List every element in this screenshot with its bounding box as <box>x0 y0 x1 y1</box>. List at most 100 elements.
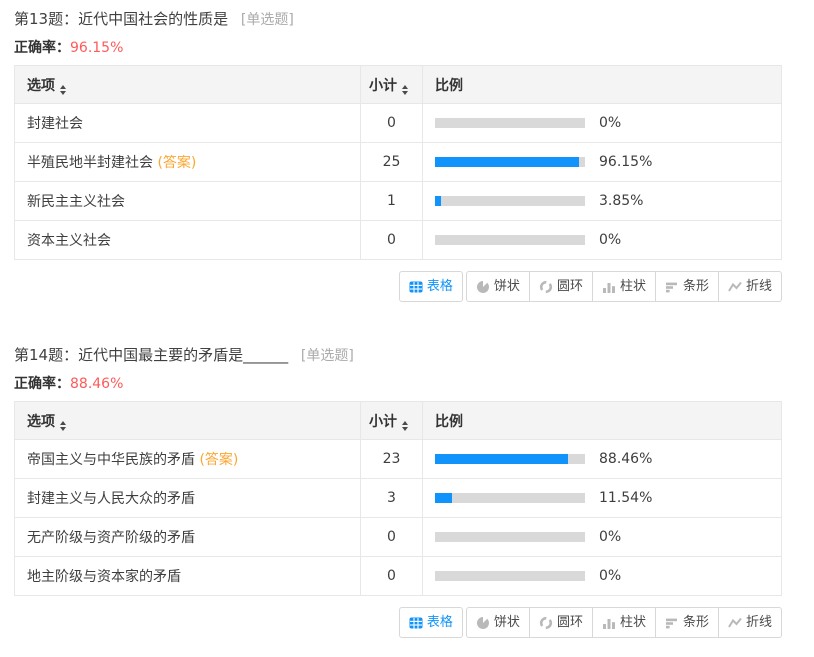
chart-type-table-button[interactable]: 表格 <box>399 271 463 302</box>
table-row: 封建主义与人民大众的矛盾 3 11.54% <box>15 479 782 518</box>
ratio-bar-fill <box>435 454 568 464</box>
chart-type-bar-button[interactable]: 条形 <box>656 607 719 638</box>
header-ratio: 比例 <box>423 66 782 104</box>
ratio-percent: 0% <box>599 115 621 131</box>
accuracy-line: 正确率：96.15% <box>14 39 798 57</box>
chart-type-donut-button[interactable]: 圆环 <box>530 271 593 302</box>
table-row: 新民主主义社会 1 3.85% <box>15 182 782 221</box>
column-chart-icon <box>602 280 616 294</box>
chart-type-label: 圆环 <box>557 280 583 293</box>
ratio-bar-fill <box>435 157 579 167</box>
option-cell: 地主阶级与资本家的矛盾 <box>15 557 361 596</box>
chart-type-label: 表格 <box>427 616 453 629</box>
ratio-bar-track <box>435 454 585 464</box>
chart-type-pie-button[interactable]: 饼状 <box>466 607 530 638</box>
results-table: 选项 小计 比例 封建社会 0 0% <box>14 65 782 260</box>
ratio-bar-fill <box>435 493 452 503</box>
header-ratio-label: 比例 <box>435 78 463 94</box>
accuracy-label: 正确率： <box>14 40 70 56</box>
sort-icon[interactable] <box>402 85 408 95</box>
option-text: 资本主义社会 <box>27 233 111 249</box>
chart-type-donut-button[interactable]: 圆环 <box>530 607 593 638</box>
header-option[interactable]: 选项 <box>15 402 361 440</box>
ratio-percent: 96.15% <box>599 154 652 170</box>
line-chart-icon <box>728 280 742 294</box>
chart-type-label: 折线 <box>746 616 772 629</box>
ratio-bar-fill <box>435 196 441 206</box>
table-row: 帝国主义与中华民族的矛盾 (答案) 23 88.46% <box>15 440 782 479</box>
chart-type-bar-button[interactable]: 条形 <box>656 271 719 302</box>
ratio-bar-track <box>435 157 585 167</box>
option-cell: 封建主义与人民大众的矛盾 <box>15 479 361 518</box>
header-ratio-label: 比例 <box>435 414 463 430</box>
table-header-row: 选项 小计 比例 <box>15 402 782 440</box>
ratio-cell: 0% <box>423 221 782 260</box>
sort-icon[interactable] <box>60 421 66 431</box>
header-count[interactable]: 小计 <box>361 402 423 440</box>
chart-type-pie-button[interactable]: 饼状 <box>466 271 530 302</box>
header-option-label: 选项 <box>27 78 55 94</box>
question-13-block: 第13题：近代中国社会的性质是 [单选题] 正确率：96.15% 选项 小计 比… <box>14 9 798 302</box>
chart-type-table-button[interactable]: 表格 <box>399 607 463 638</box>
chart-type-group: 饼状 圆环 柱状 条形 折线 <box>466 271 782 302</box>
answer-tag: (答案) <box>157 155 196 171</box>
ratio-percent: 0% <box>599 568 621 584</box>
table-icon <box>409 280 423 294</box>
ratio-cell: 0% <box>423 557 782 596</box>
option-text: 封建社会 <box>27 116 83 132</box>
chart-type-label: 条形 <box>683 280 709 293</box>
header-option-label: 选项 <box>27 414 55 430</box>
accuracy-line: 正确率：88.46% <box>14 375 798 393</box>
chart-type-label: 柱状 <box>620 616 646 629</box>
results-table: 选项 小计 比例 帝国主义与中华民族的矛盾 (答案) 23 88.46% <box>14 401 782 596</box>
option-cell: 新民主主义社会 <box>15 182 361 221</box>
chart-type-label: 饼状 <box>494 280 520 293</box>
header-count[interactable]: 小计 <box>361 66 423 104</box>
ratio-bar-track <box>435 532 585 542</box>
header-option[interactable]: 选项 <box>15 66 361 104</box>
chart-type-label: 柱状 <box>620 280 646 293</box>
option-text: 帝国主义与中华民族的矛盾 <box>27 452 195 468</box>
count-cell: 1 <box>361 182 423 221</box>
table-header-row: 选项 小计 比例 <box>15 66 782 104</box>
question-title: 第13题：近代中国社会的性质是 [单选题] <box>14 9 798 30</box>
chart-type-line-button[interactable]: 折线 <box>719 271 782 302</box>
count-cell: 0 <box>361 221 423 260</box>
donut-icon <box>539 616 553 630</box>
chart-type-label: 条形 <box>683 616 709 629</box>
table-row: 资本主义社会 0 0% <box>15 221 782 260</box>
sort-icon[interactable] <box>60 85 66 95</box>
header-count-label: 小计 <box>369 78 397 94</box>
sort-icon[interactable] <box>402 421 408 431</box>
accuracy-value: 88.46% <box>70 376 123 392</box>
ratio-cell: 0% <box>423 104 782 143</box>
pie-icon <box>476 616 490 630</box>
option-cell: 半殖民地半封建社会 (答案) <box>15 143 361 182</box>
ratio-percent: 0% <box>599 529 621 545</box>
option-text: 无产阶级与资产阶级的矛盾 <box>27 530 195 546</box>
ratio-bar-track <box>435 493 585 503</box>
question-14-block: 第14题：近代中国最主要的矛盾是______ [单选题] 正确率：88.46% … <box>14 345 798 638</box>
ratio-cell: 96.15% <box>423 143 782 182</box>
line-chart-icon <box>728 616 742 630</box>
question-title: 第14题：近代中国最主要的矛盾是______ [单选题] <box>14 345 798 366</box>
accuracy-value: 96.15% <box>70 40 123 56</box>
question-type-tag: [单选题] <box>241 12 294 28</box>
column-chart-icon <box>602 616 616 630</box>
bar-chart-icon <box>665 280 679 294</box>
ratio-cell: 0% <box>423 518 782 557</box>
chart-type-label: 折线 <box>746 280 772 293</box>
header-count-label: 小计 <box>369 414 397 430</box>
ratio-cell: 88.46% <box>423 440 782 479</box>
chart-type-column-button[interactable]: 柱状 <box>593 607 656 638</box>
option-text: 封建主义与人民大众的矛盾 <box>27 491 195 507</box>
table-row: 半殖民地半封建社会 (答案) 25 96.15% <box>15 143 782 182</box>
option-cell: 封建社会 <box>15 104 361 143</box>
chart-type-line-button[interactable]: 折线 <box>719 607 782 638</box>
chart-type-label: 表格 <box>427 280 453 293</box>
chart-type-column-button[interactable]: 柱状 <box>593 271 656 302</box>
chart-type-label: 饼状 <box>494 616 520 629</box>
option-text: 地主阶级与资本家的矛盾 <box>27 569 181 585</box>
option-text: 新民主主义社会 <box>27 194 125 210</box>
donut-icon <box>539 280 553 294</box>
